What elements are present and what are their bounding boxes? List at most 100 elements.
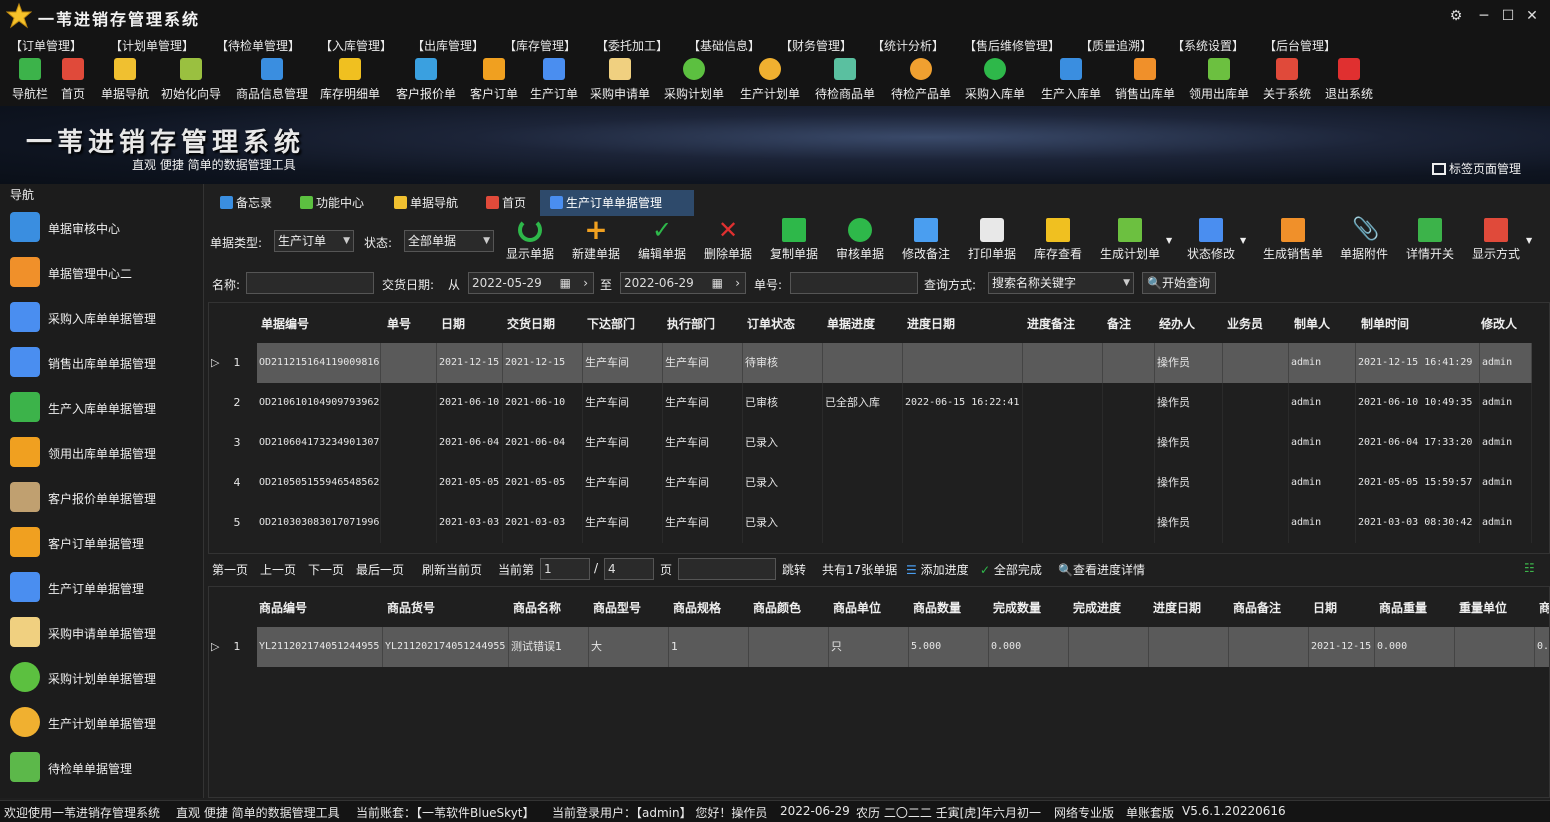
delete-doc-button[interactable]: ✕ 删除单据 xyxy=(700,218,756,262)
toolbar-init-wizard-button[interactable]: 初始化向导 xyxy=(160,58,222,102)
add-progress-button[interactable]: ☰ 添加进度 xyxy=(906,561,969,578)
table-cell[interactable]: 1 xyxy=(669,627,749,667)
view-progress-button[interactable]: 🔍查看进度详情 xyxy=(1058,561,1145,578)
table-cell[interactable] xyxy=(1223,383,1289,423)
table-cell[interactable] xyxy=(1223,343,1289,383)
doc-type-select[interactable]: 生产订单 ▼ xyxy=(274,230,354,252)
table-cell[interactable]: OD211215164119009816 xyxy=(257,343,381,383)
table-cell[interactable]: 2021-06-10 10:49:35 xyxy=(1356,383,1480,423)
name-input[interactable] xyxy=(246,272,374,294)
col-header[interactable]: 商品重量 xyxy=(1379,599,1427,616)
menu-outbound[interactable]: 【出库管理】 xyxy=(412,37,484,54)
edit-doc-button[interactable]: ✓ 编辑单据 xyxy=(634,218,690,262)
status-modify-button[interactable]: 状态修改 xyxy=(1180,218,1242,262)
col-header[interactable]: 商 xyxy=(1539,599,1549,616)
col-header[interactable]: 商品货号 xyxy=(387,599,435,616)
col-header[interactable]: 单据进度 xyxy=(827,315,875,332)
nav-item-purchase-inbound[interactable]: 采购入库单单据管理 xyxy=(8,298,198,338)
table-cell[interactable] xyxy=(1069,627,1149,667)
col-header[interactable]: 制单人 xyxy=(1294,315,1330,332)
table-cell[interactable]: 生产车间 xyxy=(663,343,743,383)
col-header[interactable]: 完成进度 xyxy=(1073,599,1121,616)
tab-memo[interactable]: 备忘录 xyxy=(210,190,288,216)
col-header[interactable]: 日期 xyxy=(441,315,465,332)
audit-doc-button[interactable]: 审核单据 xyxy=(832,218,888,262)
toolbar-production-plan-button[interactable]: 生产计划单 xyxy=(740,58,800,102)
nav-item-purchase-request[interactable]: 采购申请单单据管理 xyxy=(8,613,198,653)
menu-basic[interactable]: 【基础信息】 xyxy=(688,37,760,54)
toolbar-usage-outbound-button[interactable]: 领用出库单 xyxy=(1188,58,1250,102)
table-cell[interactable] xyxy=(823,503,903,543)
nav-item-production-order[interactable]: 生产订单单据管理 xyxy=(8,568,198,608)
nav-item-purchase-plan[interactable]: 采购计划单单据管理 xyxy=(8,658,198,698)
table-cell[interactable]: 0.000 xyxy=(989,627,1069,667)
nav-item-audit-center[interactable]: 单据审核中心 xyxy=(8,208,198,248)
table-cell[interactable]: admin xyxy=(1289,423,1356,463)
toolbar-production-order-button[interactable]: 生产订单 xyxy=(530,58,578,102)
table-cell[interactable]: 生产车间 xyxy=(583,423,663,463)
nav-item-production-plan[interactable]: 生产计划单单据管理 xyxy=(8,703,198,743)
nav-item-pending-inspection[interactable]: 待检单单据管理 xyxy=(8,748,198,788)
table-cell[interactable]: 2021-12-15 xyxy=(503,343,583,383)
table-cell[interactable] xyxy=(903,463,1023,503)
menu-plan[interactable]: 【计划单管理】 xyxy=(110,37,194,54)
close-icon[interactable]: ✕ xyxy=(1522,6,1542,26)
nav-item-customer-quote[interactable]: 客户报价单单据管理 xyxy=(8,478,198,518)
table-cell[interactable] xyxy=(1103,343,1155,383)
col-header[interactable]: 商品备注 xyxy=(1233,599,1281,616)
calendar-icon[interactable]: ▦ xyxy=(712,273,723,293)
table-cell[interactable]: 2021-06-04 17:33:20 xyxy=(1356,423,1480,463)
doc-no-input[interactable] xyxy=(790,272,918,294)
col-header[interactable]: 商品数量 xyxy=(913,599,961,616)
table-cell[interactable]: 0.000 xyxy=(1375,627,1455,667)
menu-inspect[interactable]: 【待检单管理】 xyxy=(216,37,300,54)
table-cell[interactable] xyxy=(823,343,903,383)
table-cell[interactable]: 2021-05-05 xyxy=(437,463,503,503)
table-cell[interactable]: 操作员 xyxy=(1155,503,1223,543)
table-cell[interactable]: 操作员 xyxy=(1155,423,1223,463)
jump-page-input[interactable] xyxy=(678,558,776,580)
table-row[interactable]: 4 OD210505155946548562 2021-05-05 2021-05-0… xyxy=(209,463,1549,503)
col-header[interactable]: 商品编号 xyxy=(259,599,307,616)
col-header[interactable]: 商品颜色 xyxy=(753,599,801,616)
next-page-link[interactable]: 下一页 xyxy=(308,561,344,578)
toolbar-stock-detail-button[interactable]: 库存明细单 xyxy=(320,58,380,102)
query-mode-select[interactable]: 搜索名称关键字 ▼ xyxy=(988,272,1134,294)
table-cell[interactable]: 2022-06-15 16:22:41 xyxy=(903,383,1023,423)
toolbar-pending-products-button[interactable]: 待检产品单 xyxy=(890,58,952,102)
table-cell[interactable] xyxy=(381,503,437,543)
display-mode-dropdown-icon[interactable]: ▼ xyxy=(1526,236,1532,245)
table-cell[interactable]: admin xyxy=(1480,423,1532,463)
toolbar-production-inbound-button[interactable]: 生产入库单 xyxy=(1040,58,1102,102)
table-cell[interactable] xyxy=(749,627,829,667)
table-cell[interactable]: 已录入 xyxy=(743,503,823,543)
chevron-right-icon[interactable]: › xyxy=(583,273,588,293)
col-header[interactable]: 商品规格 xyxy=(673,599,721,616)
table-cell[interactable]: admin xyxy=(1480,343,1532,383)
table-cell[interactable]: 2021-03-03 xyxy=(437,503,503,543)
col-header[interactable]: 商品单位 xyxy=(833,599,881,616)
current-page-input[interactable]: 1 xyxy=(540,558,590,580)
col-header[interactable]: 业务员 xyxy=(1227,315,1263,332)
table-cell[interactable]: 2021-06-04 xyxy=(503,423,583,463)
table-cell[interactable]: 2021-06-10 xyxy=(503,383,583,423)
table-cell[interactable]: 0. xyxy=(1535,627,1549,667)
table-cell[interactable]: OD210610104909793962 xyxy=(257,383,381,423)
print-doc-button[interactable]: 打印单据 xyxy=(964,218,1020,262)
table-cell[interactable]: 已审核 xyxy=(743,383,823,423)
table-cell[interactable]: OD210505155946548562 xyxy=(257,463,381,503)
col-header[interactable]: 重量单位 xyxy=(1459,599,1507,616)
table-cell[interactable]: 2021-05-05 15:59:57 xyxy=(1356,463,1480,503)
table-cell[interactable]: 生产车间 xyxy=(583,343,663,383)
table-cell[interactable] xyxy=(1103,383,1155,423)
table-cell[interactable] xyxy=(903,343,1023,383)
menu-outsource[interactable]: 【委托加工】 xyxy=(596,37,668,54)
display-mode-button[interactable]: 显示方式 xyxy=(1468,218,1524,262)
table-cell[interactable]: 已录入 xyxy=(743,463,823,503)
table-cell[interactable]: admin xyxy=(1289,503,1356,543)
col-header[interactable]: 商品名称 xyxy=(513,599,561,616)
table-cell[interactable]: 大 xyxy=(589,627,669,667)
menu-settings[interactable]: 【系统设置】 xyxy=(1172,37,1244,54)
gen-sales-button[interactable]: 生成销售单 xyxy=(1258,218,1328,262)
menu-inbound[interactable]: 【入库管理】 xyxy=(320,37,392,54)
